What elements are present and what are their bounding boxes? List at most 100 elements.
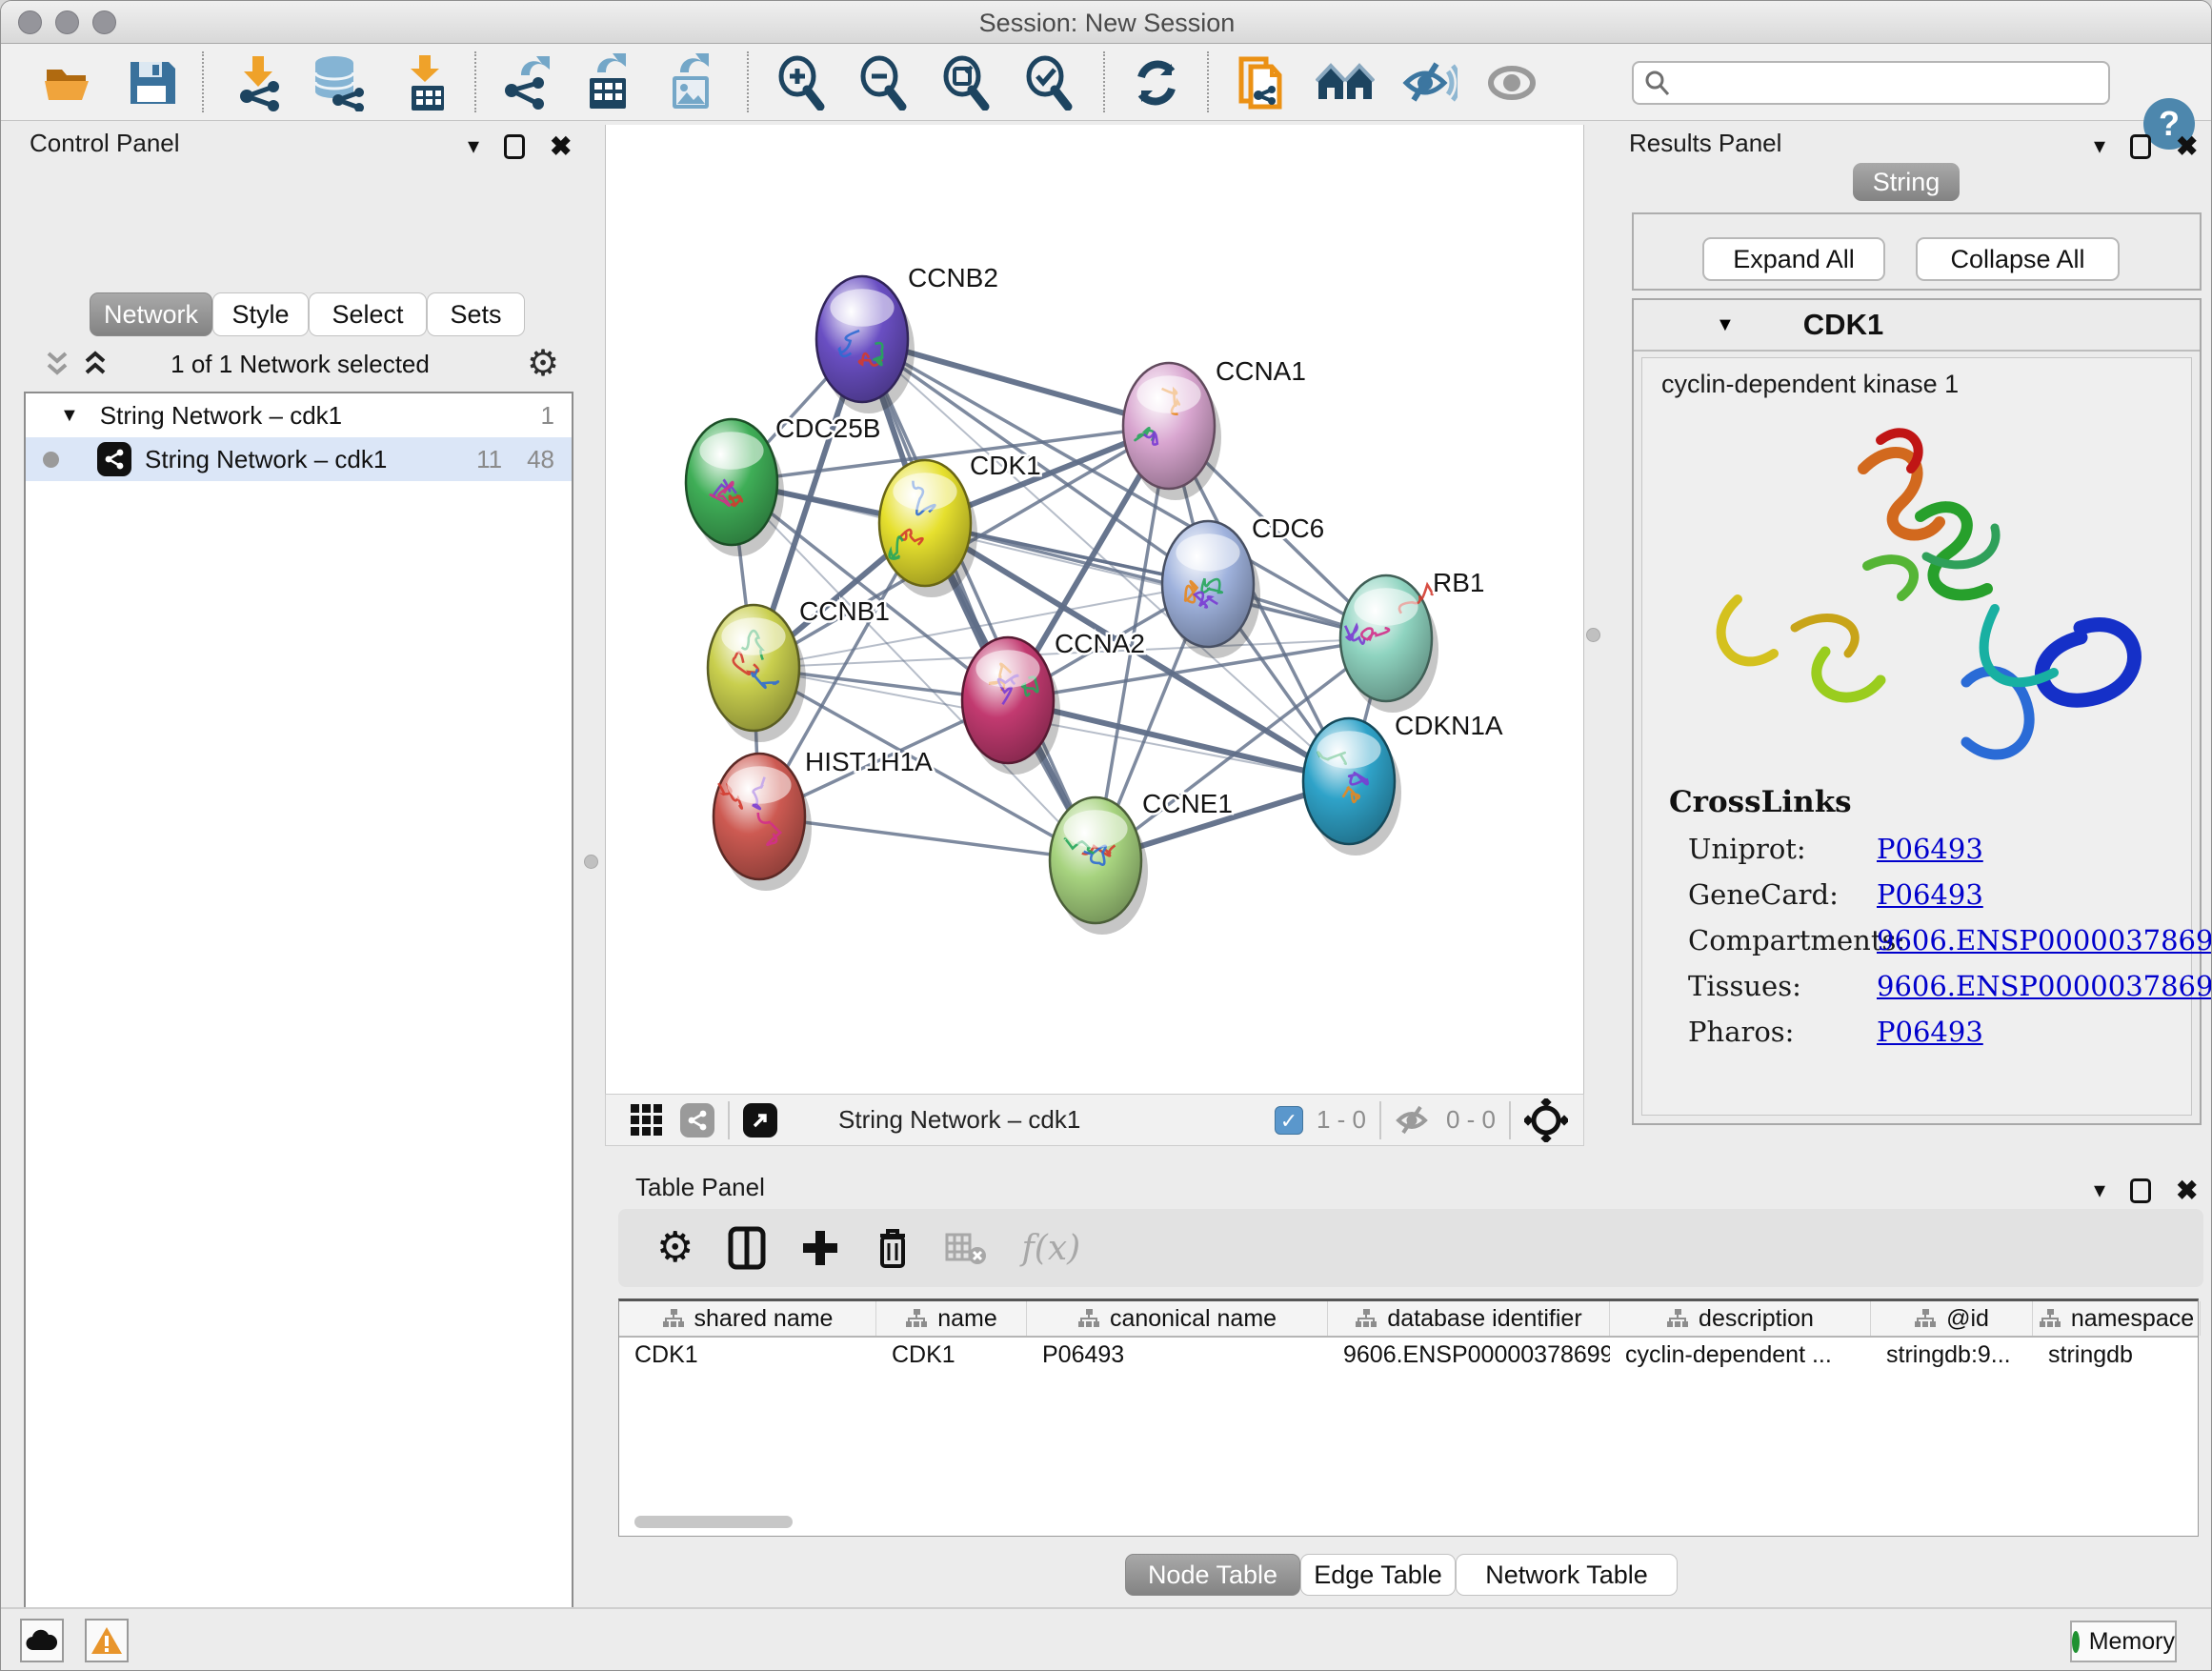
current-network-dot-icon bbox=[43, 452, 59, 468]
column-header[interactable]: database identifier bbox=[1328, 1301, 1610, 1336]
import-table-button[interactable] bbox=[396, 53, 455, 112]
save-session-button[interactable] bbox=[122, 53, 181, 112]
table-cell[interactable]: stringdb:9... bbox=[1871, 1338, 2033, 1374]
crosslink-link[interactable]: P06493 bbox=[1877, 878, 1983, 911]
crosslink-link[interactable]: P06493 bbox=[1877, 1016, 1983, 1048]
panel-menu-icon[interactable]: ▾ bbox=[468, 132, 479, 160]
network-node[interactable] bbox=[962, 637, 1060, 775]
export-image-button[interactable] bbox=[661, 53, 720, 112]
delete-column-icon[interactable] bbox=[875, 1226, 911, 1270]
table-cell[interactable]: CDK1 bbox=[619, 1338, 876, 1374]
column-header[interactable]: shared name bbox=[619, 1301, 876, 1336]
tab-edge-table[interactable]: Edge Table bbox=[1300, 1554, 1456, 1596]
column-header[interactable]: description bbox=[1610, 1301, 1871, 1336]
import-network-button[interactable] bbox=[230, 53, 289, 112]
crosslink-link[interactable]: P06493 bbox=[1877, 833, 1983, 865]
first-neighbors-button[interactable] bbox=[1316, 53, 1375, 112]
memory-button[interactable]: Memory bbox=[2070, 1621, 2177, 1662]
column-header[interactable]: namespace bbox=[2033, 1301, 2201, 1336]
crosslink-link[interactable]: 9606.ENSP00000378699 bbox=[1877, 924, 2212, 956]
search-input[interactable] bbox=[1672, 69, 2099, 97]
collection-caret-icon[interactable]: ▼ bbox=[60, 405, 79, 427]
export-network-button[interactable] bbox=[496, 53, 555, 112]
grid-view-icon[interactable] bbox=[629, 1102, 665, 1138]
warnings-button[interactable] bbox=[85, 1619, 129, 1662]
toolbar-divider bbox=[474, 51, 476, 112]
zoom-in-button[interactable] bbox=[772, 53, 831, 112]
column-type-icon bbox=[1666, 1308, 1689, 1329]
close-panel-icon[interactable]: ✖ bbox=[550, 131, 572, 162]
node-label: CDK1 bbox=[970, 451, 1041, 480]
collapse-all-button[interactable]: Collapse All bbox=[1916, 237, 2120, 281]
gene-collapse-caret-icon[interactable]: ▼ bbox=[1716, 314, 1735, 336]
apply-layout-button[interactable] bbox=[1127, 53, 1186, 112]
network-node[interactable] bbox=[1303, 718, 1401, 856]
network-collection-row[interactable]: ▼ String Network – cdk1 1 bbox=[26, 393, 572, 437]
table-settings-gear-icon[interactable]: ⚙ bbox=[656, 1227, 694, 1269]
network-node[interactable] bbox=[708, 605, 806, 742]
title-bar: Session: New Session bbox=[1, 1, 2212, 44]
network-node[interactable] bbox=[714, 754, 812, 891]
expand-all-tree-icon[interactable] bbox=[79, 350, 111, 380]
tab-select[interactable]: Select bbox=[309, 292, 427, 336]
left-splitter-handle[interactable] bbox=[584, 855, 598, 869]
expand-all-button[interactable]: Expand All bbox=[1702, 237, 1885, 281]
add-column-icon[interactable] bbox=[800, 1228, 840, 1268]
zoom-selected-button[interactable] bbox=[1019, 53, 1078, 112]
import-network-from-database-button[interactable] bbox=[309, 53, 368, 112]
node-table: shared namenamecanonical namedatabase id… bbox=[618, 1299, 2199, 1537]
table-horizontal-scrollbar[interactable] bbox=[634, 1516, 793, 1528]
tab-network-table[interactable]: Network Table bbox=[1456, 1554, 1678, 1596]
network-row[interactable]: String Network – cdk1 11 48 bbox=[26, 437, 572, 481]
cloud-status-button[interactable] bbox=[20, 1619, 64, 1662]
open-session-button[interactable] bbox=[38, 53, 97, 112]
table-cell[interactable]: P06493 bbox=[1027, 1338, 1328, 1374]
copy-network-icon bbox=[1234, 53, 1289, 112]
node-table-row[interactable]: CDK1CDK1P064939606.ENSP00000378699cyclin… bbox=[619, 1338, 2198, 1374]
close-panel-icon[interactable]: ✖ bbox=[2176, 1175, 2198, 1206]
table-cell[interactable]: stringdb bbox=[2033, 1338, 2201, 1374]
gene-section-header[interactable]: ▼ CDK1 bbox=[1634, 300, 2200, 352]
selected-checkbox-icon[interactable]: ✓ bbox=[1275, 1106, 1303, 1135]
float-panel-icon[interactable] bbox=[504, 134, 525, 159]
crosslink-row: Uniprot:P06493 bbox=[1669, 833, 2212, 865]
network-node[interactable] bbox=[1340, 575, 1438, 713]
network-edge[interactable] bbox=[862, 339, 1096, 860]
show-columns-icon[interactable] bbox=[728, 1226, 766, 1270]
fit-content-target-icon[interactable] bbox=[1524, 1098, 1568, 1142]
column-header[interactable]: @id bbox=[1871, 1301, 2033, 1336]
network-options-gear-icon[interactable]: ⚙ bbox=[527, 342, 559, 385]
panel-menu-icon[interactable]: ▾ bbox=[2094, 1177, 2105, 1204]
tab-sets[interactable]: Sets bbox=[427, 292, 525, 336]
tab-node-table[interactable]: Node Table bbox=[1125, 1554, 1300, 1596]
network-node[interactable] bbox=[816, 276, 915, 413]
zoom-fit-button[interactable] bbox=[936, 53, 995, 112]
float-panel-icon[interactable] bbox=[2130, 134, 2151, 159]
panel-menu-icon[interactable]: ▾ bbox=[2094, 132, 2105, 160]
crosslink-link[interactable]: 9606.ENSP00000378699 bbox=[1877, 970, 2212, 1002]
birdseye-view-icon[interactable] bbox=[743, 1103, 777, 1137]
float-panel-icon[interactable] bbox=[2130, 1178, 2151, 1203]
close-panel-icon[interactable]: ✖ bbox=[2176, 131, 2198, 162]
tab-string[interactable]: String bbox=[1853, 163, 1960, 201]
network-node[interactable] bbox=[1050, 797, 1148, 935]
network-view-canvas[interactable]: CCNB2CCNA1CDC25BCDK1CDC6RB1CCNB1CCNA2HIS… bbox=[605, 125, 1584, 1094]
table-cell[interactable]: 9606.ENSP00000378699 bbox=[1328, 1338, 1610, 1374]
tab-network[interactable]: Network bbox=[90, 292, 212, 336]
column-type-icon bbox=[2039, 1308, 2061, 1329]
export-table-button[interactable] bbox=[578, 53, 637, 112]
right-splitter-handle[interactable] bbox=[1586, 628, 1600, 642]
table-cell[interactable]: cyclin-dependent ... bbox=[1610, 1338, 1871, 1374]
zoom-out-button[interactable] bbox=[854, 53, 913, 112]
table-cell[interactable]: CDK1 bbox=[876, 1338, 1027, 1374]
network-view-mode-icon[interactable] bbox=[680, 1103, 714, 1137]
collapse-all-tree-icon[interactable] bbox=[41, 350, 73, 380]
network-node[interactable] bbox=[1162, 521, 1260, 658]
show-all-button[interactable] bbox=[1482, 53, 1541, 112]
tab-style[interactable]: Style bbox=[212, 292, 309, 336]
column-header[interactable]: canonical name bbox=[1027, 1301, 1328, 1336]
column-header[interactable]: name bbox=[876, 1301, 1027, 1336]
open-folder-icon bbox=[41, 56, 94, 110]
copy-network-button[interactable] bbox=[1232, 53, 1291, 112]
hide-selected-button[interactable] bbox=[1399, 53, 1458, 112]
